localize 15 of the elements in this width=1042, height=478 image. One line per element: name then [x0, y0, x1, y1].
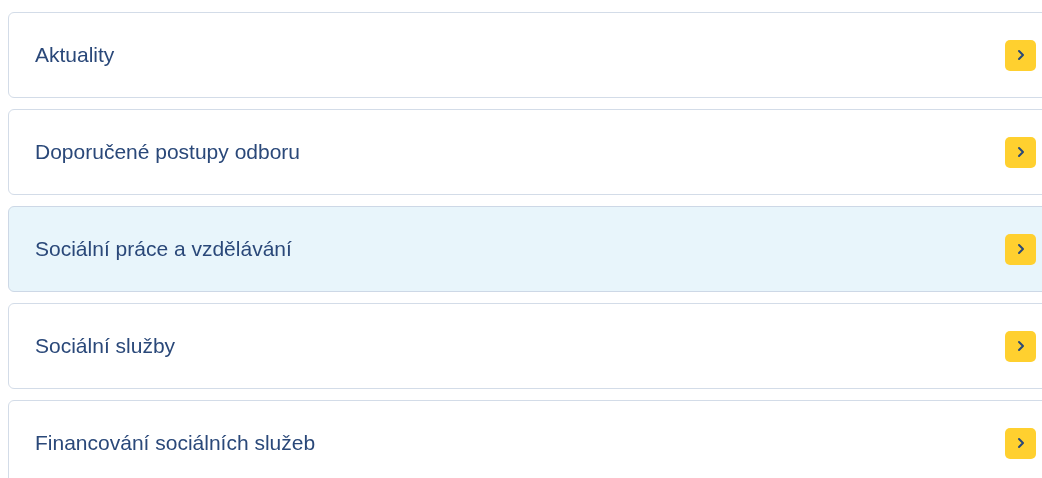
chevron-right-icon: [1005, 330, 1036, 362]
menu-item[interactable]: Aktuality: [8, 12, 1042, 98]
chevron-right-icon: [1005, 427, 1036, 459]
menu-item[interactable]: Financování sociálních služeb: [8, 400, 1042, 478]
menu-item-label: Sociální práce a vzdělávání: [35, 236, 292, 263]
menu-item[interactable]: Sociální služby: [8, 303, 1042, 389]
menu-item[interactable]: Doporučené postupy odboru: [8, 109, 1042, 195]
chevron-right-icon: [1005, 233, 1036, 265]
menu-item-label: Aktuality: [35, 42, 115, 69]
menu-item-label: Sociální služby: [35, 333, 176, 360]
menu-item[interactable]: Sociální práce a vzdělávání: [8, 206, 1042, 292]
menu-item-label: Financování sociálních služeb: [35, 430, 316, 457]
chevron-right-icon: [1005, 39, 1036, 71]
chevron-right-icon: [1005, 136, 1036, 168]
menu-item-label: Doporučené postupy odboru: [35, 139, 301, 166]
